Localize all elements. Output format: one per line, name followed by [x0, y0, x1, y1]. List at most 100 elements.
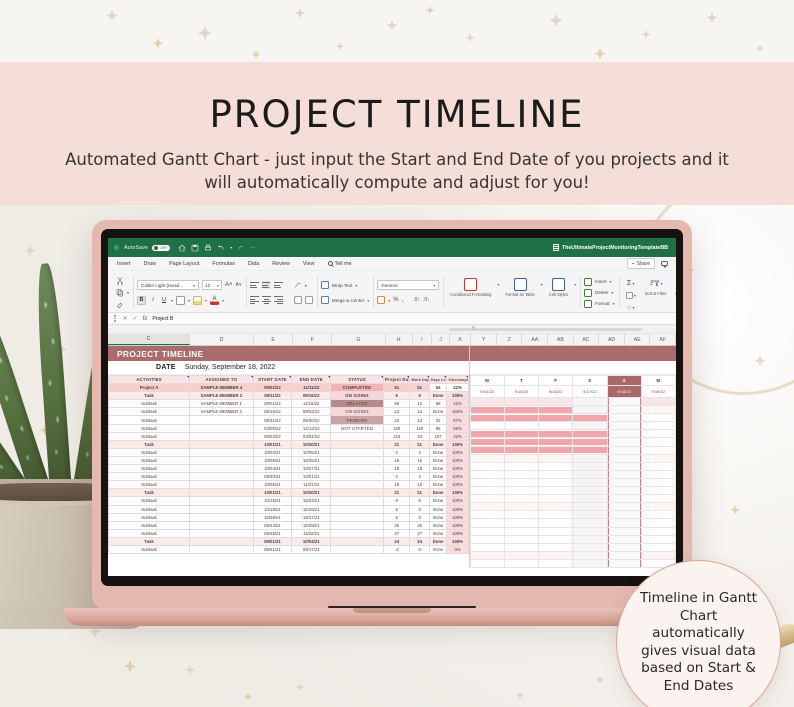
comma-style-icon[interactable]: , [402, 297, 404, 303]
cell-status[interactable] [330, 512, 385, 522]
cell-project-duration[interactable]: 21 [383, 439, 411, 449]
decrease-decimal-icon[interactable]: .0↓ [423, 297, 430, 303]
more-commands-icon[interactable]: ⋯ [250, 245, 256, 251]
cell-assigned-to[interactable]: SAMPLE MEMBER 1 [189, 399, 254, 409]
fill-chevron-down-icon[interactable]: ▾ [205, 298, 207, 303]
cell-activity[interactable]: Task [108, 488, 191, 498]
table-row[interactable]: Task 09/01/21 10/04/21 24 24 Done 100% [108, 536, 469, 546]
cell-project-duration[interactable]: -4 [383, 544, 411, 555]
underline-chevron-down-icon[interactable]: ▾ [171, 298, 173, 303]
cell-pct-accomplished[interactable]: 22% [446, 399, 469, 409]
align-right-icon[interactable] [273, 296, 283, 304]
cell-end-date[interactable]: 11/11/22 [291, 383, 332, 393]
cell-project-duration[interactable]: 13 [383, 407, 411, 417]
cell-days-left[interactable]: Done [428, 536, 448, 546]
cell-assigned-to[interactable] [189, 431, 254, 441]
table-row[interactable]: Subtask 10/09/21 10/25/21 16 16 Done 100% [108, 455, 469, 466]
cell-start-date[interactable]: 09/25/21 [252, 528, 293, 538]
cell-days-left[interactable]: Done [428, 472, 448, 482]
cell-status[interactable]: COMPLETED [330, 383, 385, 393]
cell-activity[interactable]: Subtask [108, 520, 191, 530]
orientation-chevron-down-icon[interactable]: ▾ [305, 283, 307, 288]
cell-days-left[interactable]: Done [428, 520, 448, 530]
cell-status[interactable]: PENDING [330, 415, 385, 425]
cell-status[interactable] [330, 472, 385, 482]
percent-style-icon[interactable]: % [393, 297, 398, 303]
borders-chevron-down-icon[interactable]: ▾ [188, 298, 190, 303]
cell-start-date[interactable]: 10/03/21 [252, 447, 293, 457]
cell-activity[interactable]: Subtask [108, 423, 191, 433]
cell-project-duration[interactable]: 2 [383, 447, 411, 457]
cell-end-date[interactable]: 11/15/22 [291, 399, 332, 409]
cell-days-left[interactable]: Done [428, 488, 448, 498]
cell-project-duration[interactable]: 56 [383, 399, 411, 409]
insert-function-icon[interactable]: fx [143, 316, 148, 322]
save-icon[interactable] [191, 244, 199, 252]
cell-pct-accomplished[interactable]: 100% [446, 504, 469, 514]
align-left-icon[interactable] [249, 296, 259, 304]
cell-end-date[interactable]: 10/30/21 [291, 439, 332, 449]
column-header-AA[interactable]: AA [522, 334, 549, 345]
cell-end-date[interactable]: 10/29/21 [291, 520, 332, 530]
cell-status[interactable] [330, 504, 385, 514]
cell-end-date[interactable]: 09/30/22 [291, 415, 332, 425]
cell-activity[interactable]: Subtask [108, 512, 191, 522]
font-color-icon[interactable]: A [210, 295, 220, 305]
comments-icon[interactable] [661, 261, 668, 268]
cell-start-date[interactable]: 08/16/22 [252, 407, 293, 417]
underline-button[interactable]: U [160, 296, 168, 305]
cell-end-date[interactable]: 10/05/21 [291, 447, 332, 457]
cell-pct-accomplished[interactable]: 100% [446, 391, 469, 401]
cell-days-left[interactable]: Done [428, 496, 448, 506]
table-row[interactable]: Project A SAMPLE MEMBER 4 09/02/22 11/11/22… [108, 383, 469, 393]
table-row[interactable]: Subtask 09/25/21 11/02/21 27 27 Done 100% [108, 528, 469, 538]
cell-end-date[interactable]: 10/23/21 [291, 496, 332, 506]
formula-input-value[interactable]: Project B [152, 316, 173, 322]
cell-days-left[interactable]: Done [428, 439, 448, 449]
cell-start-date[interactable]: 10/15/21 [252, 496, 293, 506]
column-header-F[interactable]: F [293, 334, 333, 345]
cell-start-date[interactable]: 09/01/22 [252, 399, 293, 409]
cell-end-date[interactable]: 11/02/21 [291, 528, 332, 538]
cancel-icon[interactable]: ✕ [123, 315, 128, 322]
cell-status[interactable] [330, 455, 385, 466]
cell-days-left[interactable]: 32 [428, 415, 448, 425]
cell-project-duration[interactable]: 6 [383, 504, 411, 514]
cell-activity[interactable]: Subtask [108, 480, 191, 490]
table-row[interactable]: Subtask 10/03/21 10/05/21 2 2 Done 100% [108, 447, 469, 457]
cell-work-days-complete[interactable]: 33 [409, 431, 430, 441]
find-select-button[interactable]: ▾ Find & Select [672, 278, 676, 296]
table-row[interactable]: Subtask 10/06/21 11/01/21 19 19 Done 100% [108, 480, 469, 490]
cell-start-date[interactable]: 10/18/21 [252, 504, 293, 514]
cell-start-date[interactable]: 09/30/21 [252, 472, 293, 482]
cell-status[interactable]: ON GOING [330, 407, 385, 417]
cell-end-date[interactable]: 10/25/21 [291, 504, 332, 514]
table-row[interactable]: Subtask SAMPLE MEMBER 1 09/01/22 11/15/22 DE… [108, 399, 469, 409]
cell-pct-accomplished[interactable]: 100% [446, 472, 469, 482]
cell-status[interactable] [330, 544, 385, 555]
cell-work-days-complete[interactable]: 51 [409, 383, 430, 393]
bold-button[interactable]: B [137, 295, 147, 305]
tab-data[interactable]: Data [248, 261, 259, 267]
format-as-table-button[interactable]: Format as Table [502, 277, 537, 297]
cell-status[interactable]: NOT STARTED [330, 423, 385, 433]
cell-start-date[interactable]: 08/31/22 [252, 415, 293, 425]
column-header-D[interactable]: D [189, 334, 255, 345]
cell-end-date[interactable]: 09/17/21 [291, 544, 332, 555]
cell-assigned-to[interactable] [189, 447, 254, 457]
cell-assigned-to[interactable] [189, 464, 254, 474]
cell-assigned-to[interactable] [189, 544, 254, 555]
cell-activity[interactable]: Subtask [108, 496, 191, 506]
cell-end-date[interactable]: 10/04/21 [291, 536, 332, 546]
align-center-icon[interactable] [261, 296, 271, 304]
cell-start-date[interactable]: 09/24/21 [252, 520, 293, 530]
cell-project-duration[interactable]: 6 [383, 512, 411, 522]
cell-assigned-to[interactable] [189, 423, 254, 433]
cell-activity[interactable]: Subtask [108, 415, 191, 425]
cell-work-days-complete[interactable]: 6 [409, 512, 430, 522]
cell-start-date[interactable]: 09/02/22 [252, 383, 293, 393]
cell-pct-accomplished[interactable]: 100% [446, 496, 469, 506]
currency-icon[interactable] [377, 296, 386, 304]
undo-chevron-down-icon[interactable]: ▾ [230, 245, 232, 250]
table-row[interactable]: Task 10/01/21 10/30/21 21 21 Done 100% [108, 488, 469, 498]
